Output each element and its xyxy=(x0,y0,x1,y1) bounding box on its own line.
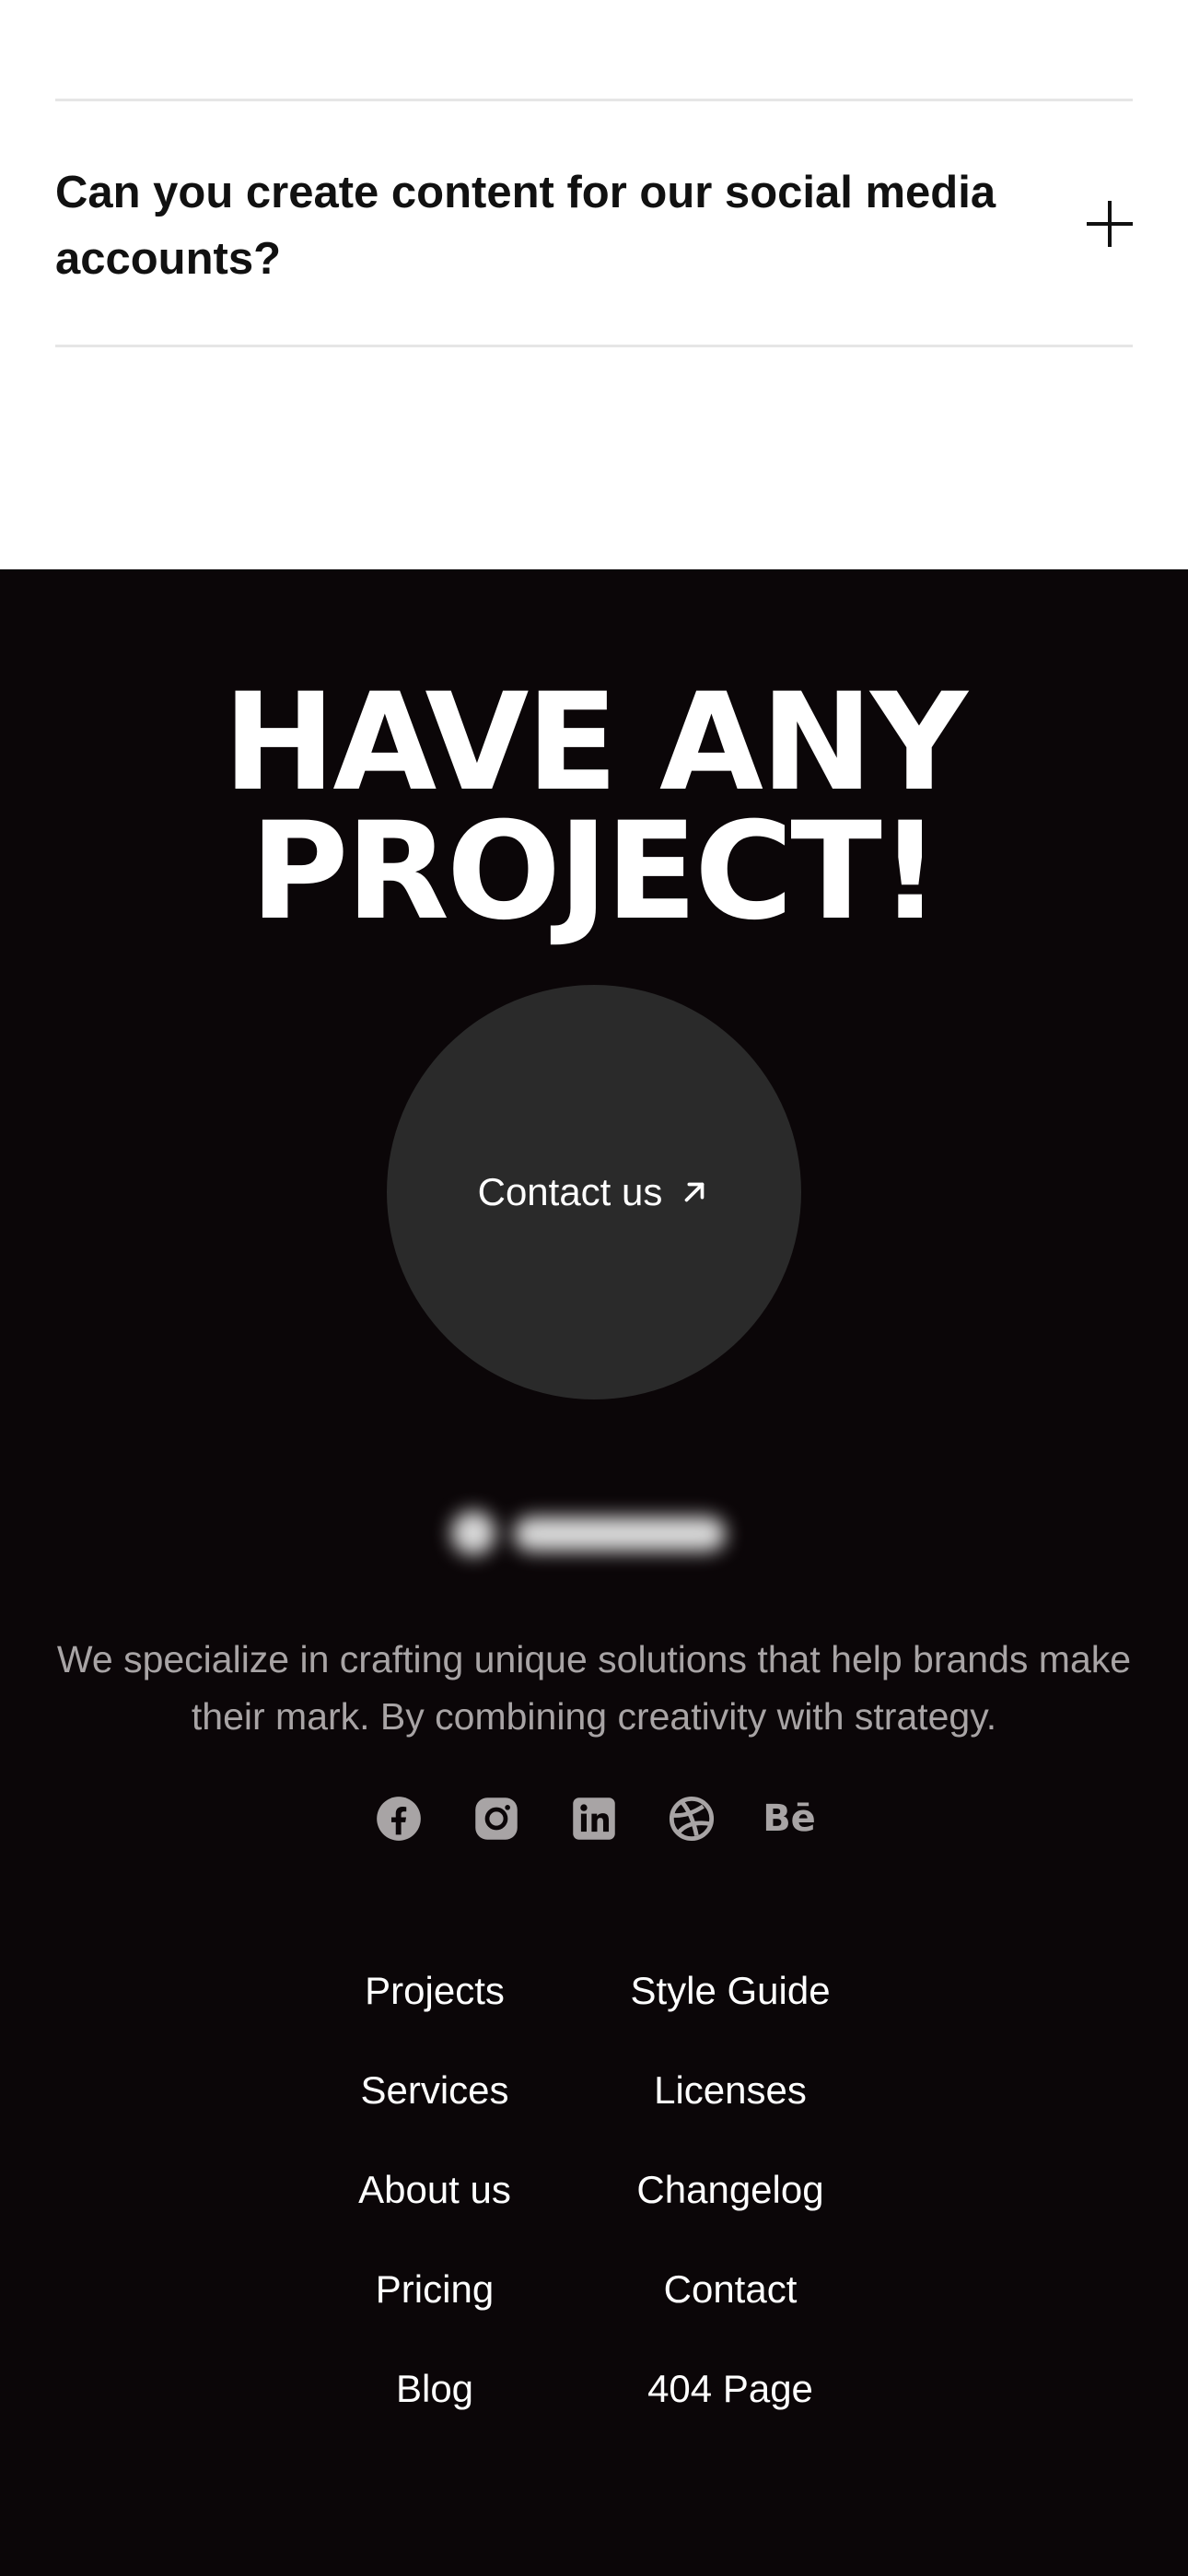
headline-line-2: PROJECT! xyxy=(250,793,941,950)
footer-link-licenses[interactable]: Licenses xyxy=(583,2058,878,2158)
footer-headline: HAVE ANY PROJECT! xyxy=(0,675,1188,939)
footer-link-blog[interactable]: Blog xyxy=(287,2357,582,2456)
footer-logo[interactable] xyxy=(442,1500,737,1564)
footer-links-right: Style Guide Licenses Changelog Contact 4… xyxy=(583,1959,878,2456)
social-links: Bē xyxy=(0,1795,1188,1843)
contact-us-button[interactable]: Contact us xyxy=(387,985,801,1399)
footer-link-projects[interactable]: Projects xyxy=(287,1959,582,2058)
footer-link-contact[interactable]: Contact xyxy=(583,2257,878,2357)
faq-question-partial[interactable]: services? xyxy=(55,0,1133,13)
instagram-icon[interactable] xyxy=(472,1795,520,1843)
dribbble-icon[interactable] xyxy=(668,1795,716,1843)
plus-icon[interactable] xyxy=(1087,201,1133,247)
footer-description: We specialize in crafting unique solutio… xyxy=(56,1638,1132,1738)
faq-section: services? Can you create content for our… xyxy=(0,0,1188,569)
footer-link-style-guide[interactable]: Style Guide xyxy=(583,1959,878,2058)
behance-glyph: Bē xyxy=(763,1797,816,1840)
linkedin-icon[interactable] xyxy=(570,1795,618,1843)
footer-link-services[interactable]: Services xyxy=(287,2058,582,2158)
footer-link-pricing[interactable]: Pricing xyxy=(287,2257,582,2357)
logo-wordmark xyxy=(514,1516,726,1551)
faq-question[interactable]: Can you create content for our social me… xyxy=(55,159,1013,292)
contact-us-label: Contact us xyxy=(477,1170,663,1213)
behance-icon[interactable]: Bē xyxy=(763,1795,816,1843)
footer-link-changelog[interactable]: Changelog xyxy=(583,2158,878,2257)
footer-link-404[interactable]: 404 Page xyxy=(583,2357,878,2456)
facebook-icon[interactable] xyxy=(375,1795,423,1843)
faq-divider xyxy=(55,345,1133,347)
faq-divider xyxy=(55,99,1133,101)
arrow-up-right-icon xyxy=(685,1182,705,1202)
logo-mark xyxy=(451,1511,495,1555)
footer-links-left: Projects Services About us Pricing Blog xyxy=(287,1959,582,2456)
footer-link-about-us[interactable]: About us xyxy=(287,2158,582,2257)
footer: HAVE ANY PROJECT! Contact us We speciali… xyxy=(0,569,1188,2576)
